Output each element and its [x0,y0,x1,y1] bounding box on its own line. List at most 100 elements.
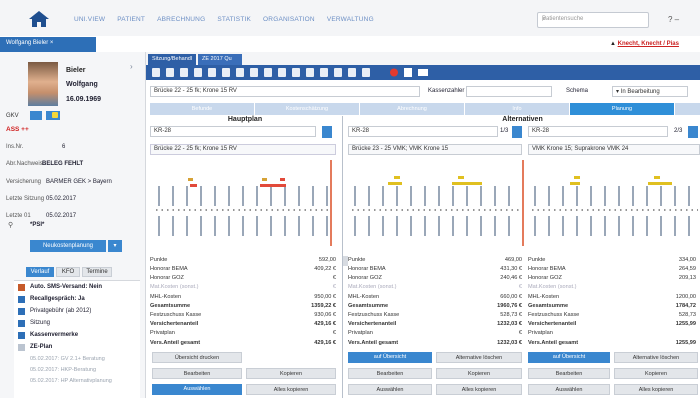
avatar [28,62,58,106]
menu-item-statistik[interactable]: STATISTIK [217,16,251,23]
list-item[interactable]: ZE-Plan [30,344,52,350]
copy-all-button[interactable]: Alles kopieren [246,384,336,395]
menu-item-verwaltung[interactable]: VERWALTUNG [327,16,374,23]
user-line: ▲ Knecht, Knecht / Pias [610,41,679,47]
expand-icon[interactable]: › [130,62,140,72]
midline [330,160,332,246]
search-icon[interactable]: ⌕ [542,14,644,24]
menu-item-abrechnung[interactable]: ABRECHNUNG [157,16,205,23]
tab-patient[interactable]: Wolfgang Bieler × [0,37,96,52]
code-input[interactable]: KR-28 [150,126,316,137]
edit-button[interactable]: Bearbeiten [348,368,432,379]
tab-kostenschaetzung[interactable]: Kostenschätzung [255,103,359,115]
folder-icon [18,344,25,351]
tab-sitzung[interactable]: Sitzung/Behandl [148,54,196,65]
list-item[interactable]: 05.02.2017: HP Alternativplanung [30,378,112,384]
tooth-chart [150,160,338,246]
main-menu: UNI.VIEW PATIENT ABRECHNUNG STATISTIK OR… [74,16,386,23]
tooth-chart [348,160,524,246]
code-input[interactable]: KR-28 [348,126,498,137]
patient-dob: 16.09.1969 [66,96,102,103]
plan-bar: Brücke 22 - 25 fk; Krone 15 RV Kassenzah… [146,86,700,98]
list-item[interactable]: 05.02.2017: HKP-Beratung [30,367,96,373]
user-link[interactable]: Knecht, Knecht / Pias [618,41,679,47]
doc-icon [18,332,25,339]
tab-kfo[interactable]: KFO [56,267,80,277]
plan-text: Brücke 22 - 25 fk; Krone 15 RV [150,144,336,155]
status-select[interactable]: ▾ In Bearbeitung [612,86,688,97]
menu-item-univiev[interactable]: UNI.VIEW [74,16,105,23]
to-overview-button[interactable]: auf Übersicht [528,352,610,363]
to-overview-button[interactable]: auf Übersicht [348,352,432,363]
tab-planung[interactable]: Planung [570,103,674,115]
menu-item-organisation[interactable]: ORGANISATION [263,16,315,23]
menu-item-patient[interactable]: PATIENT [117,16,145,23]
toolbar-icons[interactable] [150,67,480,78]
panel-hauptplan: KR-28 Brücke 22 - 25 fk; Krone 15 RV Pun… [150,126,338,395]
document-icon[interactable] [688,126,698,138]
document-icon[interactable] [512,126,522,138]
copy-button[interactable]: Kopieren [436,368,522,379]
edit-button[interactable]: Bearbeiten [528,368,610,379]
pin-icon: ⚲ [8,222,14,229]
tab-ze-2017[interactable]: ZE 2017 Qu [198,54,242,65]
close-icon[interactable]: × [50,40,54,46]
hauptplan-title: Hauptplan [227,116,263,123]
card-icon[interactable] [30,111,42,120]
doc-icon [18,320,25,327]
list-item[interactable]: Kassenvermerke [30,332,78,338]
document-icon[interactable] [322,126,332,138]
edit-button[interactable]: Bearbeiten [152,368,242,379]
patient-last-name: Bieler [66,67,86,74]
home-icon[interactable] [28,10,50,28]
sidebar-tabs: Verlauf KFO Termine [26,267,140,277]
copy-all-button[interactable]: Alles kopieren [436,384,522,395]
copy-button[interactable]: Kopieren [246,368,336,379]
alternativen-title: Alternativen [502,116,543,123]
collapse-handle[interactable] [343,256,348,266]
list-item[interactable]: Recallgespräch: Ja [30,296,85,302]
panel-alternative-2: KR-28 2/3 VMK Krone 15; Suprakrone VMK 2… [528,126,700,398]
tooth-chart [528,160,700,246]
patient-search-input[interactable]: Patientensuche ⌕ [537,12,649,28]
neukostenplanung-button[interactable]: Neukostenplanung [30,240,106,252]
select-button[interactable]: Auswählen [348,384,432,395]
code-input[interactable]: KR-28 [528,126,668,137]
copy-all-button[interactable]: Alles kopieren [614,384,698,395]
print-overview-button[interactable]: Übersicht drucken [152,352,242,363]
select-button[interactable]: Auswählen [152,384,242,395]
chip-icon [52,112,58,118]
sms-icon [18,284,25,291]
plan-text: Brücke 23 - 25 VMK; VMK Krone 15 [348,144,522,155]
doc-icon [18,308,25,315]
panel-alternative-1: KR-28 1/3 Brücke 23 - 25 VMK; VMK Krone … [348,126,524,395]
list-item[interactable]: Privatgebühr (ab 2012) [30,308,91,314]
help-and-minimize[interactable]: ? – [668,15,679,24]
plan-name-input[interactable]: Brücke 22 - 25 fk; Krone 15 RV [150,86,420,97]
ass-alert: ASS ++ [6,126,29,133]
list-item[interactable]: 05.02.2017: GV 2.1+ Beratung [30,356,105,362]
phone-icon [18,296,25,303]
tab-verlauf[interactable]: Verlauf [26,267,54,277]
patient-first-name: Wolfgang [66,81,98,88]
tab-overflow[interactable] [675,103,700,115]
select-button[interactable]: Auswählen [528,384,610,395]
tab-termine[interactable]: Termine [82,267,112,277]
copy-button[interactable]: Kopieren [614,368,698,379]
user-icon: ▲ [610,41,618,47]
psi-label: *PSI* [30,222,45,228]
delete-alternative-button[interactable]: Alternative löschen [436,352,522,363]
plan-text: VMK Krone 15; Suprakrone VMK 24 [528,144,700,155]
tab-row [0,36,700,52]
tab-befunde[interactable]: Befunde [150,103,254,115]
gkv-label: GKV [6,113,19,119]
kasse-input[interactable] [466,86,552,97]
list-item[interactable]: Sitzung [30,320,50,326]
midline [522,160,524,246]
delete-alternative-button[interactable]: Alternative löschen [614,352,698,363]
list-item[interactable]: Auto. SMS-Versand: Nein [30,284,102,290]
section-tabs: Befunde Kostenschätzung Abrechnung Info … [150,103,700,115]
more-button[interactable]: ▾ [108,240,122,252]
tab-abrechnung[interactable]: Abrechnung [360,103,464,115]
tab-info[interactable]: Info [465,103,569,115]
